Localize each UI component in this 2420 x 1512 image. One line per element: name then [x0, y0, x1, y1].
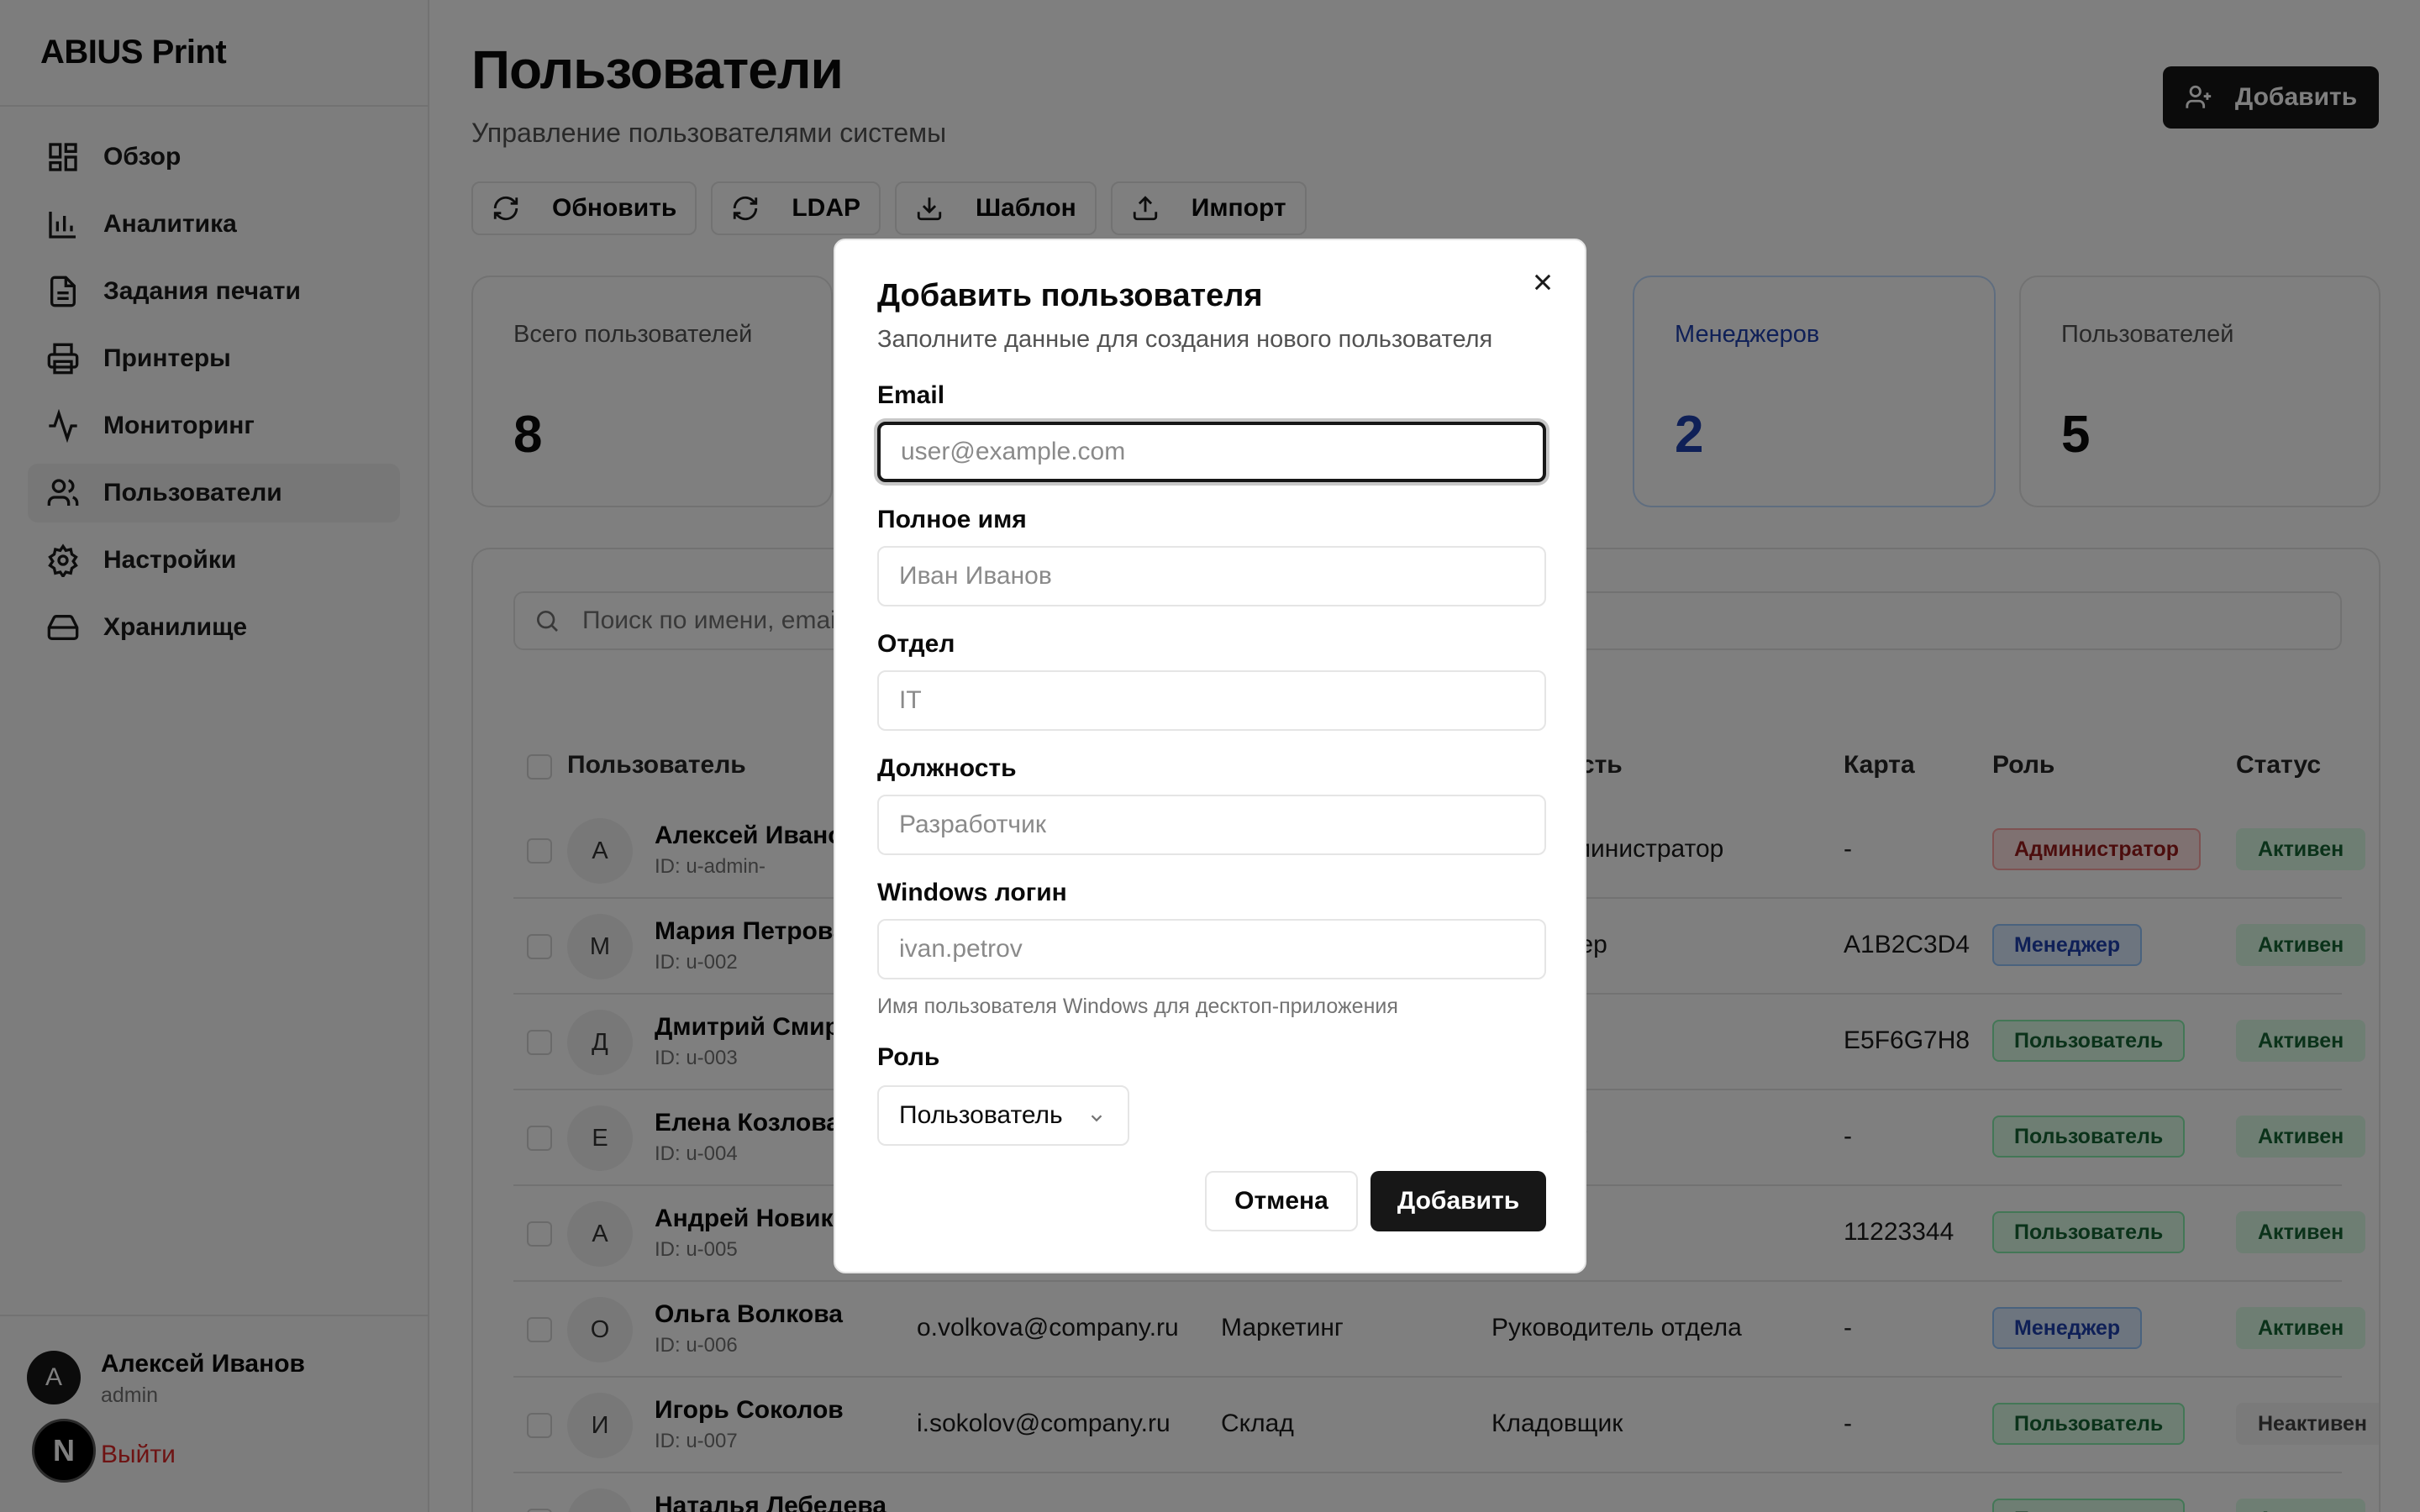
- fullname-label: Полное имя: [877, 506, 1027, 533]
- fullname-field[interactable]: [877, 546, 1546, 606]
- email-field[interactable]: [877, 422, 1546, 482]
- role-select-value: Пользователь: [899, 1101, 1063, 1129]
- position-label: Должность: [877, 754, 1017, 782]
- cancel-button[interactable]: Отмена: [1205, 1171, 1358, 1231]
- windows-login-hint: Имя пользователя Windows для десктоп-при…: [877, 995, 1398, 1018]
- add-user-dialog: Добавить пользователя Заполните данные д…: [834, 239, 1586, 1273]
- email-label: Email: [877, 381, 945, 409]
- position-field[interactable]: [877, 795, 1546, 855]
- windows-login-label: Windows логин: [877, 879, 1067, 906]
- dialog-title: Добавить пользователя: [877, 278, 1263, 313]
- dialog-description: Заполните данные для создания нового пол…: [877, 326, 1493, 353]
- role-label: Роль: [877, 1043, 940, 1071]
- windows-login-field[interactable]: [877, 919, 1546, 979]
- role-select[interactable]: Пользователь: [877, 1085, 1129, 1146]
- close-icon: [1534, 274, 1551, 291]
- department-label: Отдел: [877, 630, 955, 658]
- department-field[interactable]: [877, 670, 1546, 731]
- submit-button[interactable]: Добавить: [1370, 1171, 1546, 1231]
- close-button[interactable]: [1526, 265, 1560, 299]
- chevron-down-icon: [1091, 1115, 1102, 1122]
